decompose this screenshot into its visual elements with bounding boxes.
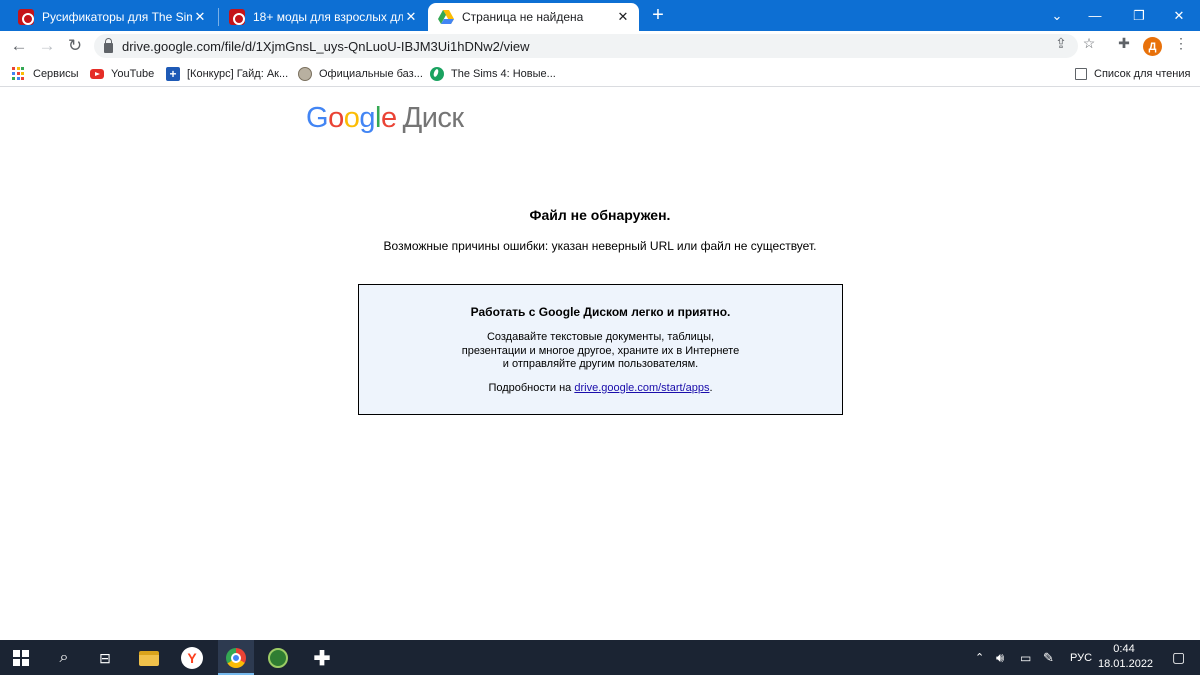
youtube-icon: [90, 69, 104, 79]
sims-app-icon[interactable]: [267, 647, 289, 669]
bookmark-youtube[interactable]: YouTube: [90, 66, 154, 82]
profile-avatar[interactable]: Д: [1143, 37, 1162, 56]
reading-list[interactable]: Список для чтения: [1075, 66, 1190, 82]
plus-app-icon[interactable]: ✚: [311, 647, 333, 670]
bookmark-label: [Конкурс] Гайд: Ак...: [187, 68, 289, 80]
chrome-taskbar-icon[interactable]: [225, 647, 247, 669]
lock-icon[interactable]: [104, 37, 113, 53]
bookmark-sims4-news[interactable]: The Sims 4: Новые...: [430, 66, 556, 82]
back-button[interactable]: ←: [8, 35, 30, 57]
volume-icon[interactable]: 🔊︎: [996, 640, 1004, 675]
tab-title: Русификаторы для The Sims 4: [42, 10, 192, 24]
sims-favicon-icon: [229, 9, 245, 25]
promo-more-suffix: .: [709, 381, 713, 394]
tab-mods[interactable]: 18+ моды для взрослых для The ✕: [219, 3, 427, 31]
promo-more: Подробности на drive.google.com/start/ap…: [359, 382, 842, 394]
tab-title: 18+ моды для взрослых для The: [253, 10, 403, 24]
sims-favicon-icon: [18, 9, 34, 25]
start-button[interactable]: [10, 647, 32, 669]
close-icon[interactable]: ✕: [615, 9, 631, 25]
pen-icon[interactable]: ✎: [1043, 640, 1054, 675]
language-indicator[interactable]: РУС: [1070, 640, 1092, 675]
bookmark-official[interactable]: Официальные баз...: [298, 66, 423, 82]
tab-strip: Русификаторы для The Sims 4 ✕ 18+ моды д…: [0, 0, 1200, 31]
new-tab-button[interactable]: +: [648, 5, 668, 25]
clock-date: 18.01.2022: [1098, 658, 1154, 670]
search-icon[interactable]: ⌕: [53, 647, 75, 669]
reading-list-label: Список для чтения: [1094, 68, 1191, 80]
yandex-logo-icon: Y: [181, 647, 203, 669]
bookmark-contest-guide[interactable]: + [Конкурс] Гайд: Ак...: [166, 66, 288, 82]
promo-link[interactable]: drive.google.com/start/apps: [574, 382, 709, 394]
bookmark-label: The Sims 4: Новые...: [451, 68, 556, 80]
bookmarks-bar: Сервисы YouTube + [Конкурс] Гайд: Ак... …: [0, 61, 1200, 87]
forward-button[interactable]: →: [36, 35, 58, 57]
logo-letter: g: [359, 102, 375, 134]
windows-logo-icon: [13, 650, 29, 666]
logo-letter: e: [380, 102, 397, 134]
close-icon[interactable]: ✕: [403, 9, 419, 25]
windows-taskbar: ⌕ ⊟ Y ✚ ⌃ 🔊︎ ▭ ✎ РУС 0:44 18.01.2022 ▢: [0, 640, 1200, 675]
google-drive-logo[interactable]: Google Диск: [306, 102, 464, 135]
logo-letter: G: [306, 102, 329, 134]
chrome-logo-icon: [226, 648, 246, 668]
plus-icon: +: [166, 67, 180, 81]
clock[interactable]: 0:44 18.01.2022: [1098, 642, 1154, 672]
bookmark-label: Официальные баз...: [319, 68, 423, 80]
google-drive-icon: [438, 10, 454, 24]
close-icon[interactable]: ✕: [192, 9, 208, 25]
clock-time: 0:44: [1113, 643, 1135, 655]
network-icon[interactable]: ▭: [1020, 640, 1031, 675]
tab-search-icon[interactable]: ⌄: [1036, 0, 1078, 31]
reload-button[interactable]: ↻: [64, 35, 86, 57]
promo-more-prefix: Подробности на: [488, 381, 575, 394]
bookmark-star-icon[interactable]: ☆: [1080, 34, 1098, 52]
page-title: Файл не обнаружен.: [529, 207, 671, 223]
notifications-icon[interactable]: ▢: [1172, 640, 1185, 675]
browser-toolbar: ← → ↻ drive.google.com/file/d/1XjmGnsL_u…: [0, 31, 1200, 61]
yandex-browser-icon[interactable]: Y: [181, 647, 203, 669]
plumbob-icon: [268, 648, 288, 668]
reading-list-icon: [1075, 68, 1087, 80]
leaf-icon: [430, 67, 444, 81]
error-reason: Возможные причины ошибки: указан неверны…: [383, 239, 817, 253]
logo-letter: o: [328, 102, 344, 134]
close-window-button[interactable]: ✕: [1158, 0, 1200, 31]
folder-icon: [139, 650, 159, 666]
file-explorer-icon[interactable]: [138, 647, 160, 669]
apps-grid-icon: [12, 67, 26, 81]
bookmark-services[interactable]: Сервисы: [12, 66, 79, 82]
minimize-button[interactable]: —: [1074, 0, 1116, 31]
url-text: drive.google.com/file/d/1XjmGnsL_uys-QnL…: [122, 38, 530, 54]
logo-product: Диск: [402, 102, 465, 134]
logo-letter: o: [343, 102, 360, 134]
round-emblem-icon: [298, 67, 312, 81]
menu-dots-icon[interactable]: ⋮: [1172, 34, 1190, 52]
extensions-icon[interactable]: ✚: [1115, 34, 1133, 52]
show-hidden-icons[interactable]: ⌃: [975, 640, 984, 675]
tab-title: Страница не найдена: [462, 10, 584, 24]
task-view-icon[interactable]: ⊟: [94, 647, 116, 669]
promo-text: Создавайте текстовые документы, таблицы,…: [461, 331, 740, 370]
bookmark-label: Сервисы: [33, 68, 79, 80]
promo-title: Работать с Google Диском легко и приятно…: [470, 305, 731, 319]
tab-page-not-found[interactable]: Страница не найдена ✕: [428, 3, 639, 31]
share-icon[interactable]: ⇪: [1052, 34, 1070, 52]
drive-promo-box: Работать с Google Диском легко и приятно…: [358, 284, 843, 415]
tab-rusifikatory[interactable]: Русификаторы для The Sims 4 ✕: [8, 3, 216, 31]
address-bar[interactable]: drive.google.com/file/d/1XjmGnsL_uys-QnL…: [94, 34, 1078, 58]
bookmark-label: YouTube: [111, 68, 155, 80]
restore-button[interactable]: ❐: [1118, 0, 1160, 31]
